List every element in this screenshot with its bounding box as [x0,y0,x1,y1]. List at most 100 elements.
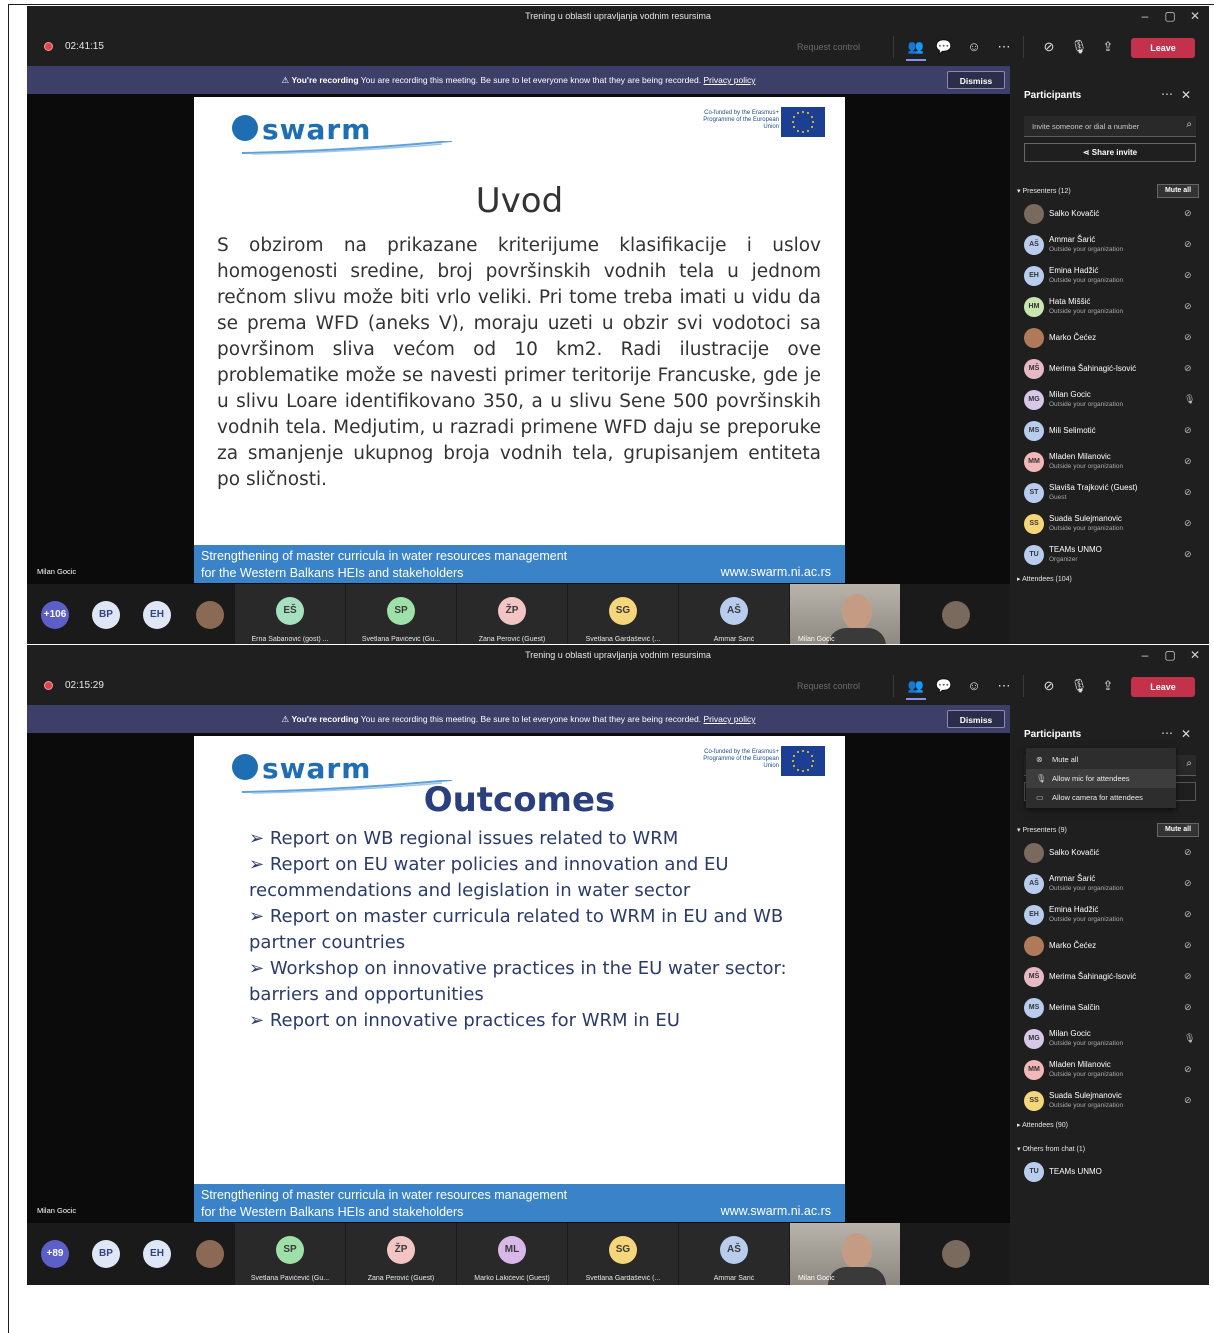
participant-tile[interactable]: SP Svetlana Pavićević (Gu... [346,584,456,644]
participant-row[interactable]: AŠ Ammar Šarić Outside your organization ⊘ [1024,871,1204,901]
panel-close-icon[interactable]: ✕ [1181,727,1191,741]
menu-item[interactable]: 🎙 Allow mic for attendees [1026,769,1176,788]
participant-row[interactable]: AŠ Ammar Šarić Outside your organization ⊘ [1024,232,1204,262]
minimize-button[interactable]: – [1135,648,1155,662]
privacy-policy-link[interactable]: Privacy policy [704,75,756,85]
participant-row[interactable]: MS Mili Selimotić ⊘ [1024,418,1204,448]
presenters-section-header[interactable]: ▾ Presenters (9) [1017,826,1067,834]
participant-tile[interactable]: AŠ Ammar Šarić [679,1223,789,1285]
participant-row[interactable]: Marko Čećez ⊘ [1024,933,1204,963]
menu-item[interactable]: ▭ Allow camera for attendees [1026,788,1176,807]
close-button[interactable]: ✕ [1185,9,1205,23]
attendees-section-header[interactable]: ▸ Attendees (90) [1017,1121,1068,1129]
mic-off-icon[interactable]: ⊘ [1184,1095,1192,1106]
participant-photo-avatar[interactable] [196,1240,224,1268]
mic-off-icon[interactable]: ⊘ [1184,909,1192,920]
participant-tile[interactable]: ŽP Žana Perović (Guest) [346,1223,456,1285]
participant-row[interactable]: SS Suada Sulejmanovic Outside your organiz… [1024,511,1204,541]
mic-off-icon[interactable]: 🎙 [1069,37,1089,57]
participant-avatar[interactable]: BP [92,601,120,629]
chat-icon[interactable]: 💬 [934,676,954,696]
participant-photo-avatar[interactable] [942,601,970,629]
mic-off-icon[interactable]: ⊘ [1184,878,1192,889]
participant-row[interactable]: TU TEAMs UNMO Organizer ⊘ [1024,542,1204,572]
camera-off-icon[interactable]: ⊘ [1039,676,1059,696]
people-icon[interactable]: 👥 [906,676,926,700]
close-button[interactable]: ✕ [1185,648,1205,662]
mic-off-icon[interactable]: ⊘ [1184,332,1192,343]
participant-row[interactable]: MŠ Merima Šahinagić-Isović ⊘ [1024,356,1204,386]
maximize-button[interactable]: ▢ [1160,648,1180,662]
privacy-policy-link[interactable]: Privacy policy [704,714,756,724]
people-icon[interactable]: 👥 [906,37,926,61]
participant-tile[interactable]: AŠ Ammar Šarić [679,584,789,644]
invite-input[interactable]: Invite someone or dial a number ⌕ [1024,116,1196,137]
participant-row[interactable]: MM Mladen Milanovic Outside your organizat… [1024,449,1204,479]
participant-row[interactable]: Marko Čećez ⊘ [1024,325,1204,355]
mic-off-icon[interactable]: ⊘ [1184,487,1192,498]
search-icon[interactable]: ⌕ [1186,119,1192,130]
participant-tile[interactable]: EŠ Erna Šabanović (gost) ... [235,584,345,644]
participant-photo-avatar[interactable] [942,1240,970,1268]
participant-tile[interactable]: SG Svetlana Gardašević (... [568,1223,678,1285]
participant-avatar[interactable]: EH [143,1240,171,1268]
mic-off-icon[interactable]: ⊘ [1184,239,1192,250]
more-icon[interactable]: ⋯ [994,37,1014,57]
mic-off-icon[interactable]: ⊘ [1184,363,1192,374]
participant-row[interactable]: Salko Kovačić ⊘ [1024,201,1204,231]
more-icon[interactable]: ⋯ [994,676,1014,696]
mic-off-icon[interactable]: ⊘ [1184,1064,1192,1075]
participant-avatar[interactable]: EH [143,601,171,629]
mic-off-icon[interactable]: 🎙 [1069,676,1089,696]
participant-row[interactable]: ST Slaviša Trajković (Guest) Guest ⊘ [1024,480,1204,510]
mic-off-icon[interactable]: ⊘ [1184,301,1192,312]
request-control-button[interactable]: Request control [797,42,860,52]
participant-row[interactable]: Salko Kovačić ⊘ [1024,840,1204,870]
mic-on-icon[interactable]: 🎙 [1184,1033,1195,1044]
mic-off-icon[interactable]: ⊘ [1184,1002,1192,1013]
mic-off-icon[interactable]: ⊘ [1184,549,1192,560]
camera-off-icon[interactable]: ⊘ [1039,37,1059,57]
speaker-video-tile[interactable]: Milan Gocic [790,584,900,644]
participant-row[interactable]: MG Milan Gocic Outside your organization 🎙 [1024,1026,1204,1056]
reactions-icon[interactable]: ☺ [964,676,984,696]
mic-off-icon[interactable]: ⊘ [1184,270,1192,281]
leave-button[interactable]: Leave [1131,38,1195,58]
participant-row[interactable]: EH Emina Hadžić Outside your organization ⊘ [1024,902,1204,932]
share-screen-icon[interactable]: ⇪ [1098,676,1118,696]
menu-item[interactable]: ⊗ Mute all [1026,750,1176,769]
reactions-icon[interactable]: ☺ [964,37,984,57]
mic-off-icon[interactable]: ⊘ [1184,940,1192,951]
participant-row[interactable]: MS Merima Salčin ⊘ [1024,995,1204,1025]
leave-button[interactable]: Leave [1131,677,1195,697]
others-from-chat-header[interactable]: ▾ Others from chat (1) [1017,1145,1085,1153]
more-participants-button[interactable]: +89 [41,1240,69,1268]
attendees-section-header[interactable]: ▸ Attendees (104) [1017,575,1072,583]
speaker-video-tile[interactable]: Milan Gocic [790,1223,900,1285]
participant-row[interactable]: MG Milan Gocic Outside your organization 🎙 [1024,387,1204,417]
mic-off-icon[interactable]: ⊘ [1184,971,1192,982]
mic-off-icon[interactable]: ⊘ [1184,425,1192,436]
participant-row[interactable]: MŠ Merima Šahinagić-Isović ⊘ [1024,964,1204,994]
participant-photo-avatar[interactable] [196,601,224,629]
share-invite-button[interactable]: ⋖ Share invite [1024,143,1196,162]
mute-all-button[interactable]: Mute all [1157,184,1199,198]
request-control-button[interactable]: Request control [797,681,860,691]
participant-avatar[interactable]: BP [92,1240,120,1268]
participant-row[interactable]: TU TEAMs UNMO [1024,1159,1204,1189]
share-screen-icon[interactable]: ⇪ [1098,37,1118,57]
mic-off-icon[interactable]: ⊘ [1184,518,1192,529]
participant-tile[interactable]: SG Svetlana Gardašević (... [568,584,678,644]
participant-row[interactable]: EH Emina Hadžić Outside your organization ⊘ [1024,263,1204,293]
participant-tile[interactable]: SP Svetlana Pavićević (Gu... [235,1223,345,1285]
mic-off-icon[interactable]: ⊘ [1184,456,1192,467]
participant-row[interactable]: SS Suada Sulejmanovic Outside your organiz… [1024,1088,1204,1118]
mic-off-icon[interactable]: ⊘ [1184,847,1192,858]
mic-off-icon[interactable]: ⊘ [1184,208,1192,219]
dismiss-button[interactable]: Dismiss [947,710,1005,728]
participant-tile[interactable]: ŽP Žana Perović (Guest) [457,584,567,644]
chat-icon[interactable]: 💬 [934,37,954,57]
maximize-button[interactable]: ▢ [1160,9,1180,23]
mute-all-button[interactable]: Mute all [1157,823,1199,837]
mic-on-icon[interactable]: 🎙 [1184,394,1195,405]
